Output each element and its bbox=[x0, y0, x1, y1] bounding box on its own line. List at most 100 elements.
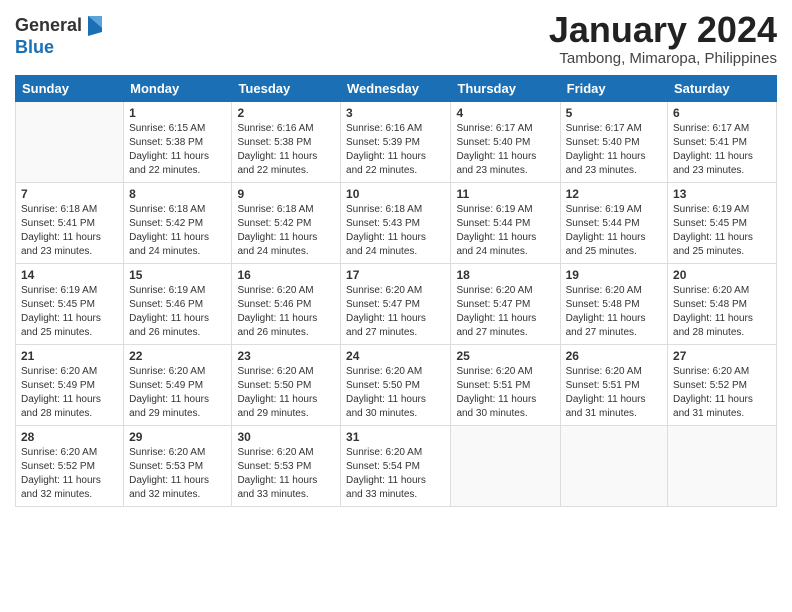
calendar-cell: 3 Sunrise: 6:16 AMSunset: 5:39 PMDaylight… bbox=[341, 101, 451, 182]
day-number: 12 bbox=[566, 187, 662, 201]
day-info: Sunrise: 6:20 AMSunset: 5:54 PMDaylight:… bbox=[346, 446, 445, 502]
day-info: Sunrise: 6:20 AMSunset: 5:48 PMDaylight:… bbox=[673, 284, 771, 340]
calendar-cell: 20 Sunrise: 6:20 AMSunset: 5:48 PMDayligh… bbox=[668, 263, 777, 344]
calendar-cell: 2Sunrise: 6:16 AMSunset: 5:38 PMDaylight… bbox=[232, 101, 341, 182]
calendar-cell: 22 Sunrise: 6:20 AMSunset: 5:49 PMDayligh… bbox=[124, 344, 232, 425]
day-info: Sunrise: 6:20 AMSunset: 5:49 PMDaylight:… bbox=[129, 365, 226, 421]
day-info: Sunrise: 6:18 AMSunset: 5:42 PMDaylight:… bbox=[129, 203, 226, 259]
calendar-cell bbox=[451, 425, 560, 506]
day-number: 8 bbox=[129, 187, 226, 201]
calendar-week-row: 21Sunrise: 6:20 AMSunset: 5:49 PMDayligh… bbox=[16, 344, 777, 425]
day-number: 20 bbox=[673, 268, 771, 282]
calendar-cell: 16 Sunrise: 6:20 AMSunset: 5:46 PMDayligh… bbox=[232, 263, 341, 344]
day-info: Sunrise: 6:20 AMSunset: 5:52 PMDaylight:… bbox=[673, 365, 771, 421]
calendar-header-friday: Friday bbox=[560, 75, 667, 101]
calendar-cell: 23 Sunrise: 6:20 AMSunset: 5:50 PMDayligh… bbox=[232, 344, 341, 425]
calendar-cell: 9 Sunrise: 6:18 AMSunset: 5:42 PMDaylight… bbox=[232, 182, 341, 263]
calendar-subtitle: Tambong, Mimaropa, Philippines bbox=[549, 50, 777, 67]
logo-blue-text: Blue bbox=[15, 38, 104, 58]
day-number: 17 bbox=[346, 268, 445, 282]
calendar-cell: 1 Sunrise: 6:15 AMSunset: 5:38 PMDaylight… bbox=[124, 101, 232, 182]
calendar-header-row: SundayMondayTuesdayWednesdayThursdayFrid… bbox=[16, 75, 777, 101]
day-info: Sunrise: 6:16 AMSunset: 5:38 PMDaylight:… bbox=[237, 122, 335, 178]
day-info: Sunrise: 6:20 AMSunset: 5:51 PMDaylight:… bbox=[566, 365, 662, 421]
day-info: Sunrise: 6:20 AMSunset: 5:52 PMDaylight:… bbox=[21, 446, 118, 502]
day-info: Sunrise: 6:15 AMSunset: 5:38 PMDaylight:… bbox=[129, 122, 226, 178]
day-info: Sunrise: 6:20 AMSunset: 5:50 PMDaylight:… bbox=[237, 365, 335, 421]
day-number: 29 bbox=[129, 430, 226, 444]
calendar-cell: 17 Sunrise: 6:20 AMSunset: 5:47 PMDayligh… bbox=[341, 263, 451, 344]
calendar-cell: 4Sunrise: 6:17 AMSunset: 5:40 PMDaylight… bbox=[451, 101, 560, 182]
day-info: Sunrise: 6:17 AMSunset: 5:40 PMDaylight:… bbox=[456, 122, 554, 178]
day-info: Sunrise: 6:19 AMSunset: 5:44 PMDaylight:… bbox=[456, 203, 554, 259]
day-info: Sunrise: 6:17 AMSunset: 5:41 PMDaylight:… bbox=[673, 122, 771, 178]
day-number: 11 bbox=[456, 187, 554, 201]
day-info: Sunrise: 6:19 AMSunset: 5:45 PMDaylight:… bbox=[673, 203, 771, 259]
calendar-cell: 12 Sunrise: 6:19 AMSunset: 5:44 PMDayligh… bbox=[560, 182, 667, 263]
calendar-cell: 13 Sunrise: 6:19 AMSunset: 5:45 PMDayligh… bbox=[668, 182, 777, 263]
day-info: Sunrise: 6:19 AMSunset: 5:46 PMDaylight:… bbox=[129, 284, 226, 340]
calendar-cell: 10Sunrise: 6:18 AMSunset: 5:43 PMDayligh… bbox=[341, 182, 451, 263]
calendar-cell: 28 Sunrise: 6:20 AMSunset: 5:52 PMDayligh… bbox=[16, 425, 124, 506]
calendar-cell: 21Sunrise: 6:20 AMSunset: 5:49 PMDayligh… bbox=[16, 344, 124, 425]
day-info: Sunrise: 6:18 AMSunset: 5:43 PMDaylight:… bbox=[346, 203, 445, 259]
day-info: Sunrise: 6:20 AMSunset: 5:47 PMDaylight:… bbox=[346, 284, 445, 340]
calendar-cell: 11 Sunrise: 6:19 AMSunset: 5:44 PMDayligh… bbox=[451, 182, 560, 263]
day-number: 23 bbox=[237, 349, 335, 363]
calendar-cell bbox=[560, 425, 667, 506]
calendar-cell: 24 Sunrise: 6:20 AMSunset: 5:50 PMDayligh… bbox=[341, 344, 451, 425]
calendar-header-sunday: Sunday bbox=[16, 75, 124, 101]
calendar-table: SundayMondayTuesdayWednesdayThursdayFrid… bbox=[15, 75, 777, 507]
day-info: Sunrise: 6:18 AMSunset: 5:42 PMDaylight:… bbox=[237, 203, 335, 259]
calendar-cell: 31 Sunrise: 6:20 AMSunset: 5:54 PMDayligh… bbox=[341, 425, 451, 506]
day-number: 26 bbox=[566, 349, 662, 363]
calendar-header-monday: Monday bbox=[124, 75, 232, 101]
logo: General Blue bbox=[15, 14, 104, 58]
calendar-cell: 7 Sunrise: 6:18 AMSunset: 5:41 PMDaylight… bbox=[16, 182, 124, 263]
day-number: 24 bbox=[346, 349, 445, 363]
page: General Blue January 2024 Tambong, Mimar… bbox=[0, 0, 792, 612]
calendar-cell: 29 Sunrise: 6:20 AMSunset: 5:53 PMDayligh… bbox=[124, 425, 232, 506]
calendar-cell: 18 Sunrise: 6:20 AMSunset: 5:47 PMDayligh… bbox=[451, 263, 560, 344]
header: General Blue January 2024 Tambong, Mimar… bbox=[15, 10, 777, 67]
day-number: 22 bbox=[129, 349, 226, 363]
calendar-week-row: 28 Sunrise: 6:20 AMSunset: 5:52 PMDayligh… bbox=[16, 425, 777, 506]
day-number: 13 bbox=[673, 187, 771, 201]
day-number: 5 bbox=[566, 106, 662, 120]
day-info: Sunrise: 6:20 AMSunset: 5:53 PMDaylight:… bbox=[237, 446, 335, 502]
calendar-header-wednesday: Wednesday bbox=[341, 75, 451, 101]
day-info: Sunrise: 6:16 AMSunset: 5:39 PMDaylight:… bbox=[346, 122, 445, 178]
day-info: Sunrise: 6:20 AMSunset: 5:49 PMDaylight:… bbox=[21, 365, 118, 421]
logo-icon bbox=[84, 14, 104, 38]
day-info: Sunrise: 6:20 AMSunset: 5:46 PMDaylight:… bbox=[237, 284, 335, 340]
day-info: Sunrise: 6:20 AMSunset: 5:47 PMDaylight:… bbox=[456, 284, 554, 340]
day-info: Sunrise: 6:17 AMSunset: 5:40 PMDaylight:… bbox=[566, 122, 662, 178]
calendar-header-tuesday: Tuesday bbox=[232, 75, 341, 101]
day-info: Sunrise: 6:18 AMSunset: 5:41 PMDaylight:… bbox=[21, 203, 118, 259]
day-info: Sunrise: 6:20 AMSunset: 5:50 PMDaylight:… bbox=[346, 365, 445, 421]
calendar-cell: 15Sunrise: 6:19 AMSunset: 5:46 PMDayligh… bbox=[124, 263, 232, 344]
day-number: 18 bbox=[456, 268, 554, 282]
calendar-cell: 27 Sunrise: 6:20 AMSunset: 5:52 PMDayligh… bbox=[668, 344, 777, 425]
calendar-title: January 2024 bbox=[549, 10, 777, 50]
calendar-cell: 30 Sunrise: 6:20 AMSunset: 5:53 PMDayligh… bbox=[232, 425, 341, 506]
calendar-cell: 6Sunrise: 6:17 AMSunset: 5:41 PMDaylight… bbox=[668, 101, 777, 182]
day-number: 7 bbox=[21, 187, 118, 201]
calendar-cell: 25Sunrise: 6:20 AMSunset: 5:51 PMDayligh… bbox=[451, 344, 560, 425]
day-number: 30 bbox=[237, 430, 335, 444]
day-number: 27 bbox=[673, 349, 771, 363]
day-number: 9 bbox=[237, 187, 335, 201]
day-number: 16 bbox=[237, 268, 335, 282]
calendar-header-saturday: Saturday bbox=[668, 75, 777, 101]
day-number: 28 bbox=[21, 430, 118, 444]
day-number: 1 bbox=[129, 106, 226, 120]
day-info: Sunrise: 6:20 AMSunset: 5:53 PMDaylight:… bbox=[129, 446, 226, 502]
calendar-cell bbox=[668, 425, 777, 506]
day-number: 3 bbox=[346, 106, 445, 120]
logo-general-text: General bbox=[15, 16, 82, 36]
day-info: Sunrise: 6:19 AMSunset: 5:44 PMDaylight:… bbox=[566, 203, 662, 259]
calendar-cell bbox=[16, 101, 124, 182]
day-number: 31 bbox=[346, 430, 445, 444]
day-number: 14 bbox=[21, 268, 118, 282]
calendar-cell: 19Sunrise: 6:20 AMSunset: 5:48 PMDayligh… bbox=[560, 263, 667, 344]
